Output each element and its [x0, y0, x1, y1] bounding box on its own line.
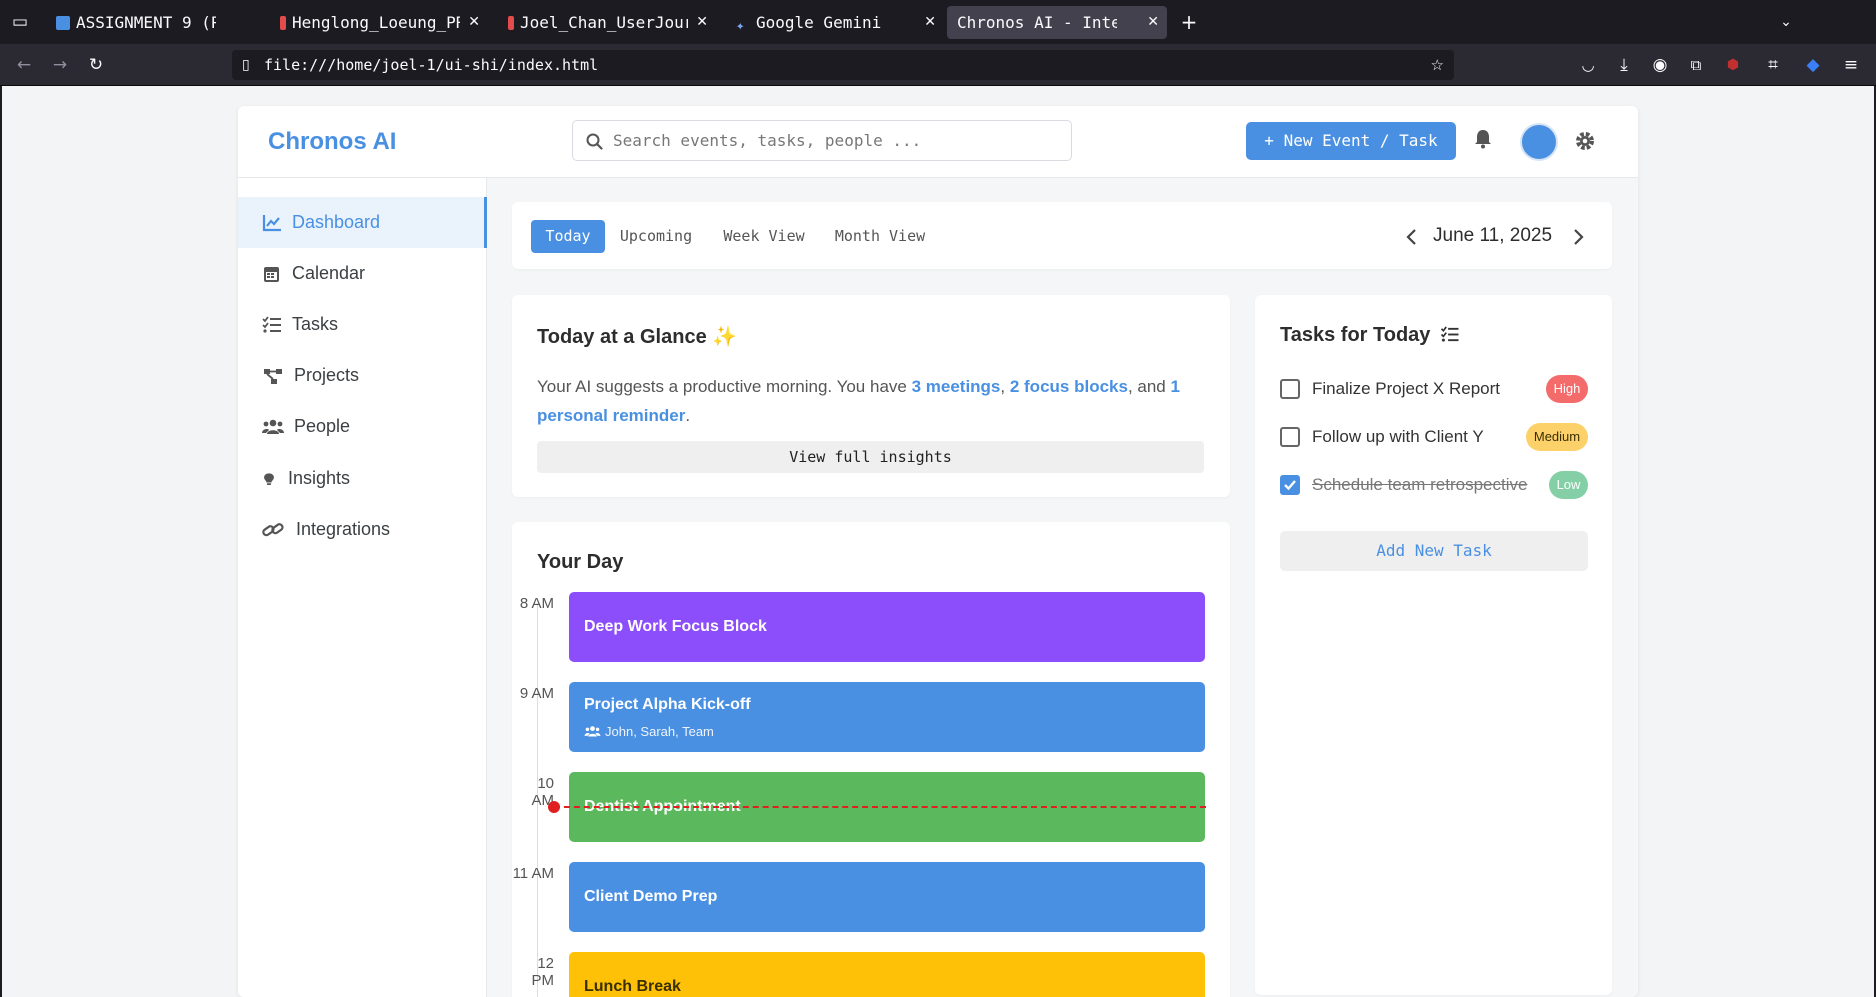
extensions-icon[interactable]: ⧉ — [1685, 54, 1707, 76]
pocket-icon[interactable]: ◡ — [1577, 54, 1599, 76]
hour-label: 8 AM — [519, 595, 554, 612]
browser-tab-active[interactable]: Chronos AI - Intelligent ✕ — [947, 6, 1167, 39]
sidebar-item-dashboard[interactable]: Dashboard — [238, 197, 487, 248]
task-item: Finalize Project X Report High — [1280, 374, 1590, 404]
event-block[interactable]: Deep Work Focus Block — [569, 592, 1205, 662]
sidebar-item-tasks[interactable]: Tasks — [238, 299, 487, 350]
tasks-for-today-card: Tasks for Today Finalize Project X Repor… — [1255, 295, 1612, 995]
sidebar-item-projects[interactable]: Projects — [238, 350, 487, 401]
today-at-a-glance-card: Today at a Glance ✨ Your AI suggests a p… — [512, 295, 1230, 497]
priority-badge: Low — [1549, 471, 1588, 499]
current-time-line — [554, 806, 1206, 808]
tab-week-view[interactable]: Week View — [719, 220, 809, 253]
current-date: June 11, 2025 — [1433, 225, 1553, 246]
sidebar-item-calendar[interactable]: Calendar — [238, 248, 487, 299]
new-event-task-button[interactable]: + New Event / Task — [1246, 122, 1456, 160]
chart-line-icon — [262, 215, 281, 232]
priority-badge: High — [1546, 375, 1588, 403]
calendar-icon — [264, 267, 279, 282]
checkmark-icon — [1284, 480, 1296, 491]
figma-icon — [508, 16, 514, 30]
search-input[interactable]: Search events, tasks, people ... — [572, 120, 1072, 161]
sidebar: Dashboard Calendar Tasks Projects People… — [238, 178, 487, 997]
sidebar-item-insights[interactable]: Insights — [238, 453, 487, 504]
url-bar[interactable]: ▯ file:///home/joel-1/ui-shi/index.html … — [232, 50, 1454, 80]
bookmark-star-icon[interactable]: ☆ — [1431, 50, 1444, 80]
chevron-left-icon[interactable] — [1405, 228, 1417, 246]
bell-icon[interactable] — [1474, 129, 1492, 149]
project-diagram-icon — [264, 369, 282, 384]
sidebar-item-integrations[interactable]: Integrations — [238, 504, 487, 555]
close-icon[interactable]: ✕ — [468, 6, 480, 39]
task-checkbox[interactable] — [1280, 427, 1300, 447]
tasks-icon — [1440, 326, 1459, 342]
downloads-icon[interactable]: ⤓ — [1613, 54, 1635, 76]
app-container: Chronos AI Search events, tasks, people … — [238, 106, 1638, 997]
avatar[interactable] — [1520, 123, 1558, 161]
glance-title: Today at a Glance ✨ — [537, 326, 738, 348]
view-full-insights-button[interactable]: View full insights — [537, 441, 1204, 473]
tab-month-view[interactable]: Month View — [830, 220, 930, 253]
browser-tab[interactable]: Joel_Chan_UserJourney ✕ — [498, 6, 716, 39]
tasks-icon — [262, 316, 281, 333]
link-icon — [262, 523, 284, 537]
priority-badge: Medium — [1526, 423, 1588, 451]
back-icon[interactable]: ← — [13, 54, 35, 76]
event-block[interactable]: Project Alpha Kick-off John, Sarah, Team — [569, 682, 1205, 752]
app-header: Chronos AI Search events, tasks, people … — [238, 106, 1638, 178]
menu-icon[interactable]: ≡ — [1840, 54, 1862, 76]
your-day-card: Your Day 8 AM 9 AM 10 AM 11 AM 12 PM Dee… — [512, 522, 1230, 997]
add-new-task-button[interactable]: Add New Task — [1280, 531, 1588, 571]
window-frame — [0, 86, 2, 997]
lightbulb-icon — [264, 473, 274, 485]
browser-tab-bar: ▭ ASSIGNMENT 9 (PART 3) Henglong_Loeung_… — [0, 0, 1876, 44]
main-content: Today Upcoming Week View Month View June… — [488, 178, 1638, 997]
glance-summary: Your AI suggests a productive morning. Y… — [537, 377, 1180, 425]
hour-label: 9 AM — [519, 685, 554, 702]
task-checkbox[interactable] — [1280, 379, 1300, 399]
browser-nav-bar: ← → ↻ ▯ file:///home/joel-1/ui-shi/index… — [0, 44, 1876, 86]
tasks-title: Tasks for Today — [1280, 324, 1460, 347]
tab-list-chevron-icon[interactable]: ⌄ — [1775, 11, 1797, 33]
meetings-link[interactable]: 3 meetings — [912, 377, 1001, 396]
reload-icon[interactable]: ↻ — [85, 54, 107, 76]
gear-icon[interactable] — [1574, 130, 1596, 152]
close-icon[interactable]: ✕ — [924, 6, 936, 39]
view-switcher: Today Upcoming Week View Month View June… — [512, 202, 1612, 269]
browser-tab[interactable]: ✦ Google Gemini ✕ — [726, 6, 944, 39]
new-tab-icon[interactable]: + — [1178, 11, 1200, 33]
bitwarden-icon[interactable]: ◆ — [1802, 54, 1824, 76]
sidebar-item-people[interactable]: People — [238, 401, 487, 452]
your-day-title: Your Day — [537, 551, 624, 573]
event-block[interactable]: Lunch Break — [569, 952, 1205, 997]
task-item: Schedule team retrospective Low — [1280, 470, 1590, 500]
page-icon: ▯ — [242, 57, 250, 73]
tab-overview-icon[interactable]: ▭ — [9, 11, 31, 33]
event-block[interactable]: Client Demo Prep — [569, 862, 1205, 932]
hour-label: 11 AM — [512, 865, 554, 882]
focus-blocks-link[interactable]: 2 focus blocks — [1010, 377, 1128, 396]
close-icon[interactable]: ✕ — [1147, 6, 1159, 39]
close-icon[interactable]: ✕ — [696, 6, 708, 39]
users-icon — [262, 419, 284, 434]
browser-tab[interactable]: ASSIGNMENT 9 (PART 3) — [46, 6, 224, 39]
app-logo[interactable]: Chronos AI — [268, 128, 396, 156]
crop-icon[interactable]: ⌗ — [1762, 54, 1784, 76]
tab-upcoming[interactable]: Upcoming — [614, 220, 698, 253]
search-icon — [586, 133, 603, 150]
task-checkbox-checked[interactable] — [1280, 475, 1300, 495]
current-time-marker — [548, 801, 560, 813]
hour-label: 12 PM — [531, 955, 555, 989]
gemini-icon: ✦ — [736, 18, 745, 34]
forward-icon[interactable]: → — [49, 54, 71, 76]
account-icon[interactable]: ◉ — [1649, 54, 1671, 76]
task-item: Follow up with Client Y Medium — [1280, 422, 1590, 452]
ublock-icon[interactable]: ⬢ — [1722, 54, 1744, 76]
browser-tab[interactable]: Henglong_Loeung_PROTOTYPE ✕ — [270, 6, 488, 39]
figma-icon — [280, 16, 286, 30]
tab-today[interactable]: Today — [531, 220, 605, 253]
users-icon — [584, 726, 601, 737]
chevron-right-icon[interactable] — [1573, 228, 1585, 246]
doc-icon — [56, 16, 70, 30]
